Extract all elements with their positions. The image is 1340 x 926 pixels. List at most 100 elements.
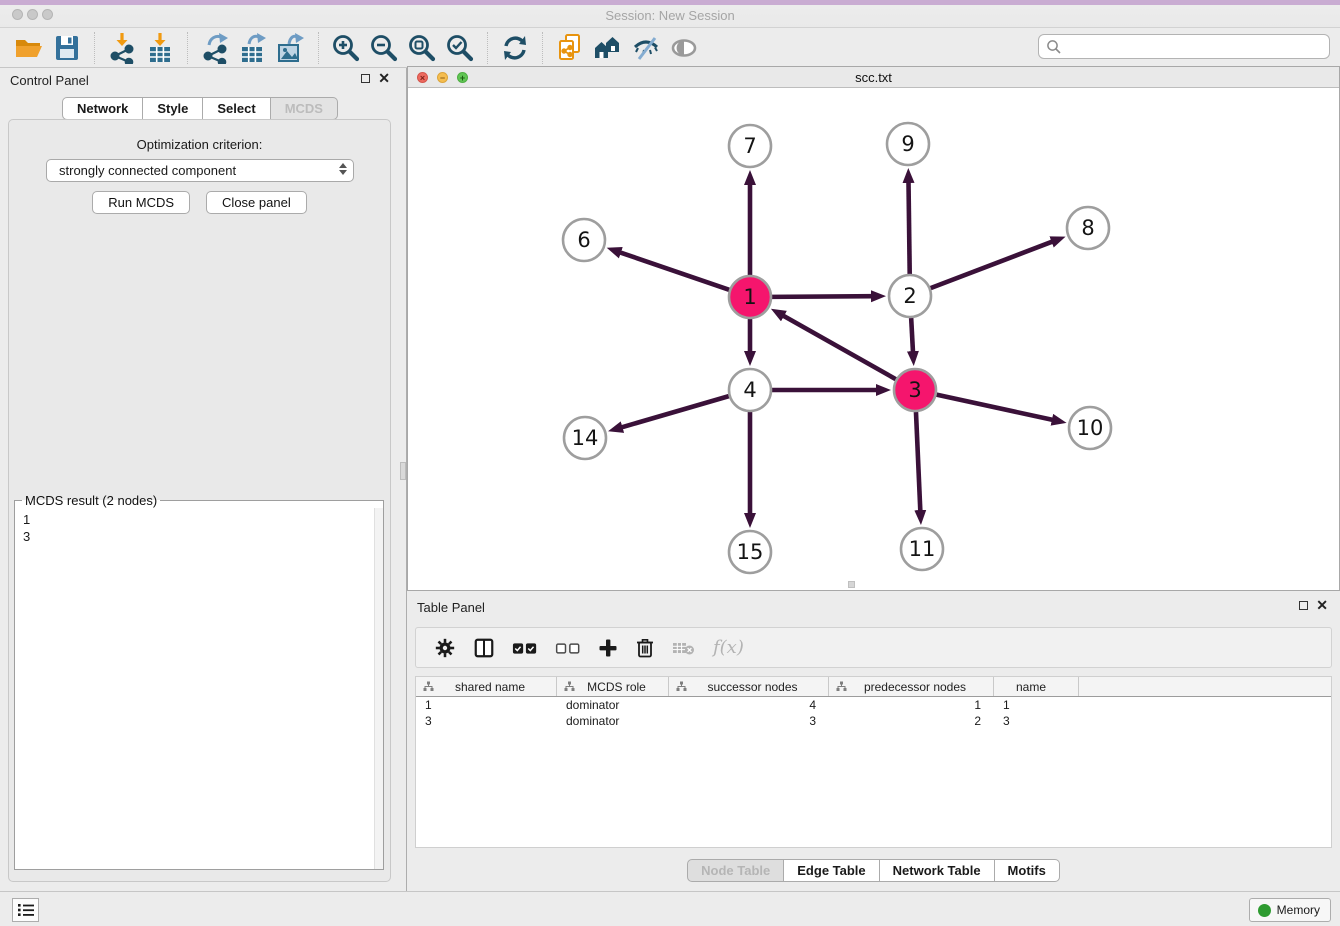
graph-node-4[interactable]: 4: [729, 369, 771, 411]
float-table-panel-icon[interactable]: [1299, 601, 1308, 610]
graph-edge-2-9[interactable]: [908, 181, 909, 274]
network-graph[interactable]: 7 9 6 8 1 2 4 3 14 10 15 11: [408, 88, 1339, 590]
zoom-out-icon[interactable]: [365, 31, 403, 65]
graph-node-15[interactable]: 15: [729, 531, 771, 573]
vertical-splitter[interactable]: [400, 68, 407, 891]
table-cell[interactable]: 3: [994, 714, 1079, 728]
column-header-successor-nodes[interactable]: successor nodes: [669, 677, 829, 696]
select-all-icon[interactable]: [512, 639, 538, 657]
graph-node-10[interactable]: 10: [1069, 407, 1111, 449]
memory-label: Memory: [1277, 903, 1320, 917]
table-tab-motifs[interactable]: Motifs: [995, 859, 1060, 882]
control-tab-network[interactable]: Network: [62, 97, 143, 120]
control-panel-title: Control Panel: [10, 73, 89, 88]
table-row[interactable]: 3dominator323: [416, 713, 1331, 729]
show-graphics-icon[interactable]: [665, 31, 703, 65]
table-cell[interactable]: 3: [669, 714, 829, 728]
run-mcds-button[interactable]: Run MCDS: [92, 191, 190, 214]
graph-edge-3-10[interactable]: [936, 395, 1053, 420]
function-builder-icon: f(x): [713, 637, 744, 658]
column-layout-icon[interactable]: [473, 637, 495, 659]
table-cell[interactable]: 1: [829, 698, 994, 712]
column-header-MCDS-role[interactable]: MCDS role: [557, 677, 669, 696]
table-cell[interactable]: 3: [416, 714, 557, 728]
table-tab-edge-table[interactable]: Edge Table: [784, 859, 879, 882]
mcds-result-item: 1: [23, 511, 383, 528]
graph-edge-3-1[interactable]: [782, 315, 896, 379]
hide-selected-icon[interactable]: [627, 31, 665, 65]
graph-node-9[interactable]: 9: [887, 123, 929, 165]
table-cell[interactable]: dominator: [557, 698, 669, 712]
toolbar-search[interactable]: [1038, 34, 1330, 59]
refresh-icon[interactable]: [496, 31, 534, 65]
status-bar: Memory: [0, 891, 1340, 926]
column-header-shared-name[interactable]: shared name: [416, 677, 557, 696]
canvas-resize-grip[interactable]: [848, 581, 855, 588]
table-cell[interactable]: 4: [669, 698, 829, 712]
control-tab-select[interactable]: Select: [203, 97, 270, 120]
task-list-icon: [18, 903, 34, 917]
graph-node-3[interactable]: 3: [894, 369, 936, 411]
control-tab-style[interactable]: Style: [143, 97, 203, 120]
graph-edge-2-3[interactable]: [911, 318, 913, 353]
save-session-icon[interactable]: [48, 31, 86, 65]
network-canvas[interactable]: 7 9 6 8 1 2 4 3 14 10 15 11: [408, 88, 1339, 590]
memory-button[interactable]: Memory: [1249, 898, 1331, 922]
graph-edge-1-2[interactable]: [772, 296, 873, 297]
table-cell[interactable]: 1: [994, 698, 1079, 712]
select-arrows-icon: [339, 163, 347, 175]
task-history-button[interactable]: [12, 898, 39, 922]
zoom-fit-icon[interactable]: [403, 31, 441, 65]
control-tab-mcds[interactable]: MCDS: [271, 97, 338, 120]
float-panel-icon[interactable]: [361, 74, 370, 83]
import-network-icon[interactable]: [103, 31, 141, 65]
add-column-icon[interactable]: [598, 638, 618, 658]
gear-icon[interactable]: [434, 637, 456, 659]
export-network-icon[interactable]: [196, 31, 234, 65]
close-panel-icon[interactable]: ✕: [378, 73, 390, 83]
table-tab-node-table[interactable]: Node Table: [687, 859, 784, 882]
mcds-result-title: MCDS result (2 nodes): [22, 493, 160, 508]
graph-node-14[interactable]: 14: [564, 417, 606, 459]
table-cell[interactable]: dominator: [557, 714, 669, 728]
delete-table-icon: [672, 639, 696, 657]
graph-node-2[interactable]: 2: [889, 275, 931, 317]
graph-node-11[interactable]: 11: [901, 528, 943, 570]
node-table[interactable]: shared nameMCDS rolesuccessor nodesprede…: [415, 676, 1332, 848]
graph-node-7[interactable]: 7: [729, 125, 771, 167]
zoom-selected-icon[interactable]: [441, 31, 479, 65]
first-neighbors-icon[interactable]: [589, 31, 627, 65]
import-table-icon[interactable]: [141, 31, 179, 65]
graph-edge-3-11[interactable]: [916, 412, 920, 512]
graph-edge-1-6[interactable]: [619, 252, 729, 290]
splitter-grip[interactable]: [400, 462, 406, 480]
graph-node-6[interactable]: 6: [563, 219, 605, 261]
table-cell[interactable]: 1: [416, 698, 557, 712]
export-table-icon[interactable]: [234, 31, 272, 65]
close-table-panel-icon[interactable]: ✕: [1316, 600, 1328, 610]
column-header-predecessor-nodes[interactable]: predecessor nodes: [829, 677, 994, 696]
table-row[interactable]: 1dominator411: [416, 697, 1331, 713]
table-tab-network-table[interactable]: Network Table: [880, 859, 995, 882]
graph-edge-4-14[interactable]: [621, 396, 729, 428]
search-input[interactable]: [1067, 39, 1329, 54]
open-session-icon[interactable]: [10, 31, 48, 65]
close-panel-button[interactable]: Close panel: [206, 191, 307, 214]
table-tabs: Node TableEdge TableNetwork TableMotifs: [407, 859, 1340, 882]
graph-node-1[interactable]: 1: [729, 276, 771, 318]
optimization-criterion-select[interactable]: strongly connected component: [46, 159, 354, 182]
app-titlebar: Session: New Session: [0, 0, 1340, 28]
graph-edge-2-8[interactable]: [931, 241, 1054, 288]
result-scrollbar[interactable]: [374, 508, 383, 869]
delete-column-icon[interactable]: [635, 637, 655, 659]
export-image-icon[interactable]: [272, 31, 310, 65]
zoom-in-icon[interactable]: [327, 31, 365, 65]
network-window-titlebar[interactable]: × − + scc.txt: [408, 67, 1339, 88]
mcds-result-list[interactable]: 13: [15, 508, 383, 869]
toolbar-separator: [187, 32, 188, 64]
graph-node-8[interactable]: 8: [1067, 207, 1109, 249]
table-cell[interactable]: 2: [829, 714, 994, 728]
clone-network-icon[interactable]: [551, 31, 589, 65]
column-header-name[interactable]: name: [994, 677, 1079, 696]
deselect-all-icon[interactable]: [555, 639, 581, 657]
